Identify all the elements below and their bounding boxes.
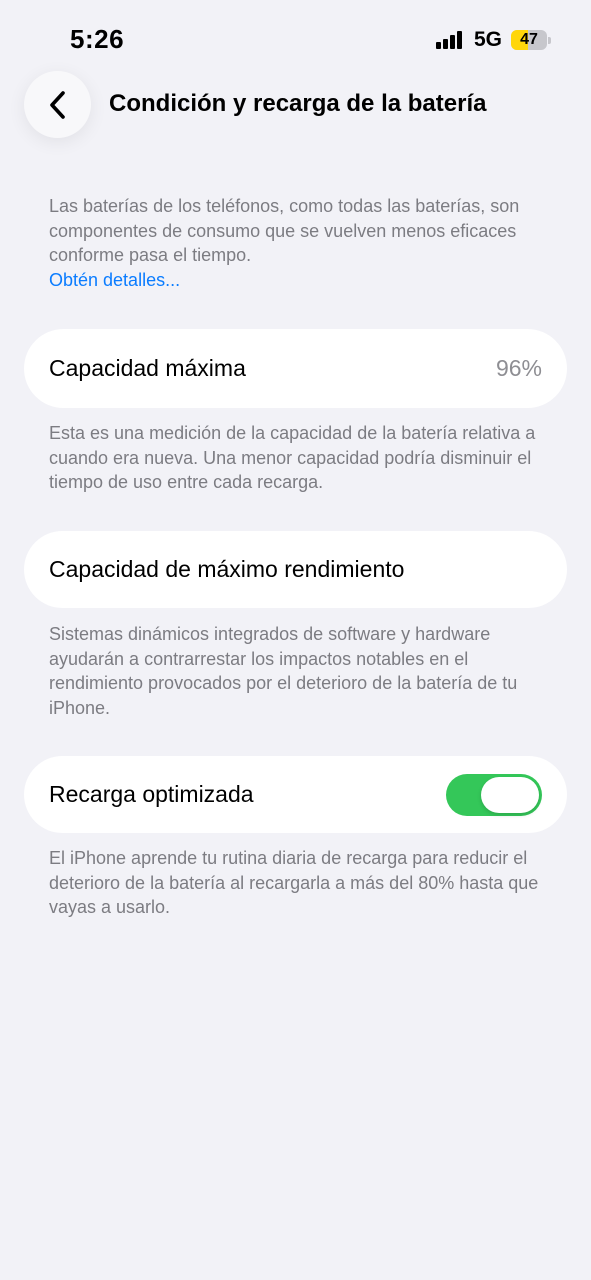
battery-cap <box>548 36 551 44</box>
back-button[interactable] <box>24 71 91 138</box>
status-indicators: 5G 47 <box>435 27 551 53</box>
optimized-charging-description: El iPhone aprende tu rutina diaria de re… <box>49 848 539 917</box>
status-time: 5:26 <box>70 24 125 54</box>
battery-level: 47 <box>520 31 538 48</box>
optimized-charging-toggle[interactable] <box>446 773 542 816</box>
page-title: Condición y recarga de la batería <box>109 90 487 117</box>
max-capacity-value: 96% <box>495 355 542 381</box>
battery-icon: 47 <box>511 30 551 50</box>
battery-body: 47 <box>511 30 547 50</box>
status-bar: 5:26 5G 47 <box>0 0 591 70</box>
toggle-knob <box>481 776 539 813</box>
max-capacity-label: Capacidad máxima <box>49 355 246 381</box>
peak-performance-row: Capacidad de máximo rendimiento <box>24 531 567 608</box>
max-capacity-row: Capacidad máxima 96% <box>24 329 567 408</box>
optimized-charging-row: Recarga optimizada <box>24 756 567 833</box>
chevron-left-icon <box>49 90 65 119</box>
cellular-signal-icon <box>435 31 464 49</box>
peak-performance-label: Capacidad de máximo rendimiento <box>49 556 405 582</box>
intro-description: Las baterías de los teléfonos, como toda… <box>49 196 520 265</box>
peak-performance-description: Sistemas dinámicos integrados de softwar… <box>49 624 518 718</box>
max-capacity-description: Esta es una medición de la capacidad de … <box>49 423 536 492</box>
network-type: 5G <box>473 28 502 51</box>
learn-more-link[interactable]: Obtén detalles... <box>49 268 549 293</box>
optimized-charging-label: Recarga optimizada <box>49 781 254 807</box>
intro-text: Las baterías de los teléfonos, como toda… <box>49 194 549 292</box>
